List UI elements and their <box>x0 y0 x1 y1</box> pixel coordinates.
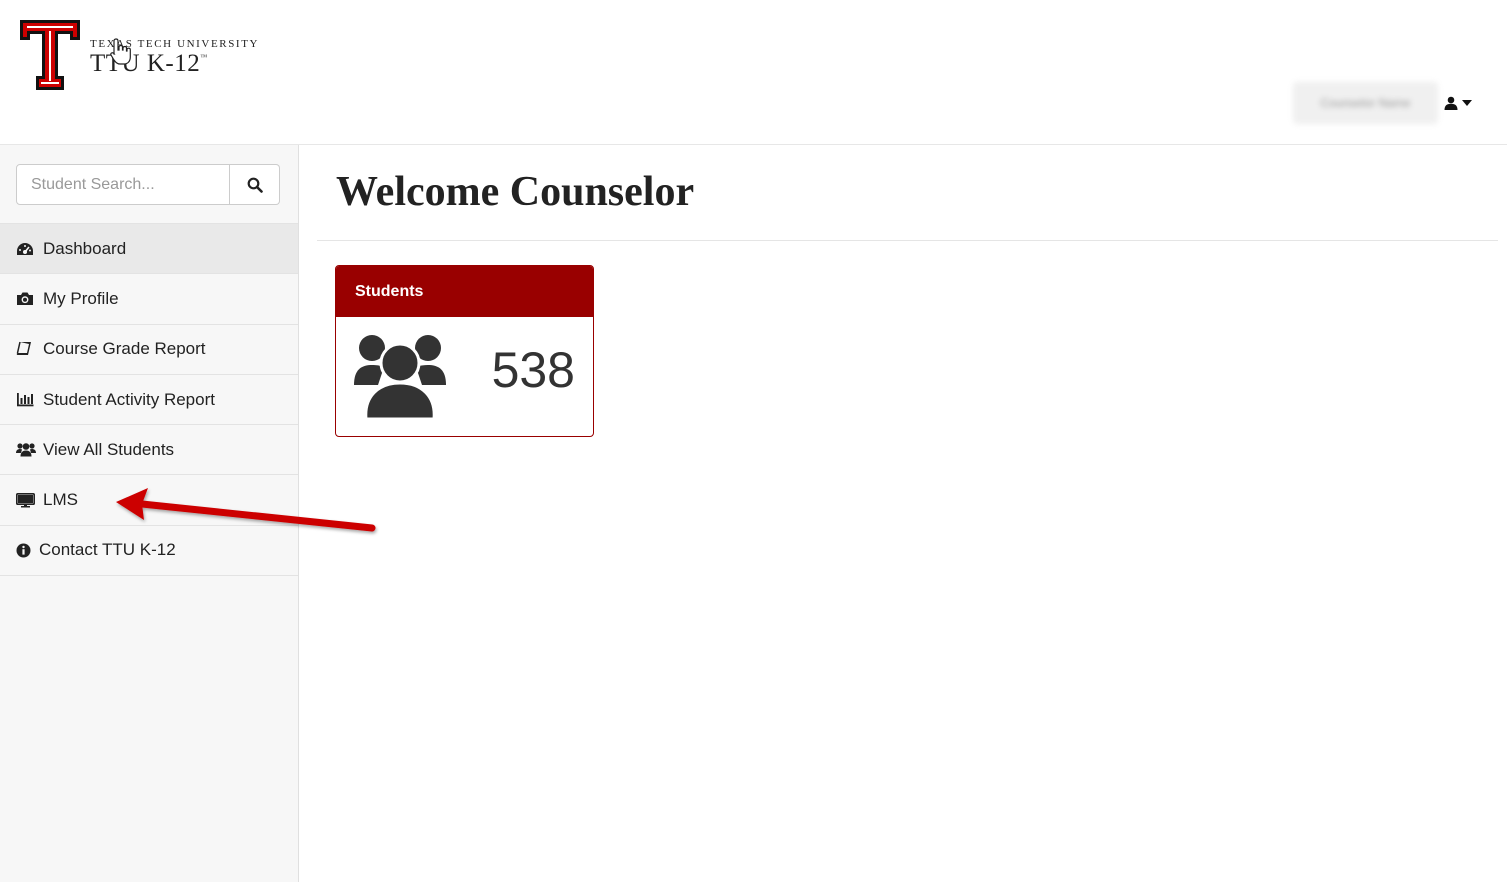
sidebar-nav: Dashboard My Profile Course Grade Report… <box>0 223 298 577</box>
sidebar-item-student-activity-report[interactable]: Student Activity Report <box>0 374 298 426</box>
camera-icon <box>16 290 36 308</box>
student-search-form <box>16 164 280 205</box>
sidebar: Dashboard My Profile Course Grade Report… <box>0 145 299 882</box>
sidebar-item-label: View All Students <box>43 439 175 459</box>
sidebar-item-course-grade-report[interactable]: Course Grade Report <box>0 324 298 375</box>
dashboard-icon <box>16 240 36 258</box>
sidebar-item-view-all-students[interactable]: View All Students <box>0 425 298 476</box>
users-icon <box>354 335 446 419</box>
desktop-icon <box>16 491 36 509</box>
book-icon <box>16 340 36 358</box>
user-icon <box>1444 96 1458 110</box>
sidebar-item-label: Dashboard <box>43 238 127 258</box>
sidebar-item-label: My Profile <box>43 288 119 308</box>
user-menu-toggle[interactable] <box>1444 92 1480 114</box>
header: TEXAS TECH UNIVERSITY TTU K-12™ Counselo… <box>0 0 1507 145</box>
page-title: Welcome Counselor <box>336 169 695 215</box>
hand-cursor-icon <box>110 38 131 65</box>
search-icon <box>247 177 263 193</box>
students-panel[interactable]: Students 538 <box>335 265 594 437</box>
trademark-mark: ™ <box>200 53 208 61</box>
user-name: Counselor Name <box>1293 82 1438 124</box>
students-panel-body: 538 <box>336 317 593 436</box>
brand-title[interactable]: TTU K-12™ <box>90 50 208 78</box>
bar-chart-icon <box>16 391 36 409</box>
sidebar-item-dashboard[interactable]: Dashboard <box>0 224 298 275</box>
caret-down-icon <box>1462 100 1472 106</box>
title-divider <box>317 240 1498 241</box>
student-search-input[interactable] <box>16 164 230 205</box>
sidebar-item-label: LMS <box>43 490 78 510</box>
sidebar-item-label: Student Activity Report <box>43 389 215 409</box>
sidebar-item-lms[interactable]: LMS <box>0 475 298 526</box>
ttu-double-t-logo[interactable] <box>18 18 82 92</box>
info-icon <box>16 541 32 559</box>
students-count: 538 <box>491 342 575 398</box>
search-button[interactable] <box>230 164 280 205</box>
students-panel-heading: Students <box>336 266 593 317</box>
sidebar-item-label: Course Grade Report <box>43 339 206 359</box>
sidebar-item-contact-ttu-k12[interactable]: Contact TTU K-12 <box>0 525 298 577</box>
sidebar-item-my-profile[interactable]: My Profile <box>0 274 298 325</box>
sidebar-item-label: Contact TTU K-12 <box>39 540 176 560</box>
brand-title-text: TTU K-12 <box>90 50 201 77</box>
users-icon <box>16 441 36 459</box>
